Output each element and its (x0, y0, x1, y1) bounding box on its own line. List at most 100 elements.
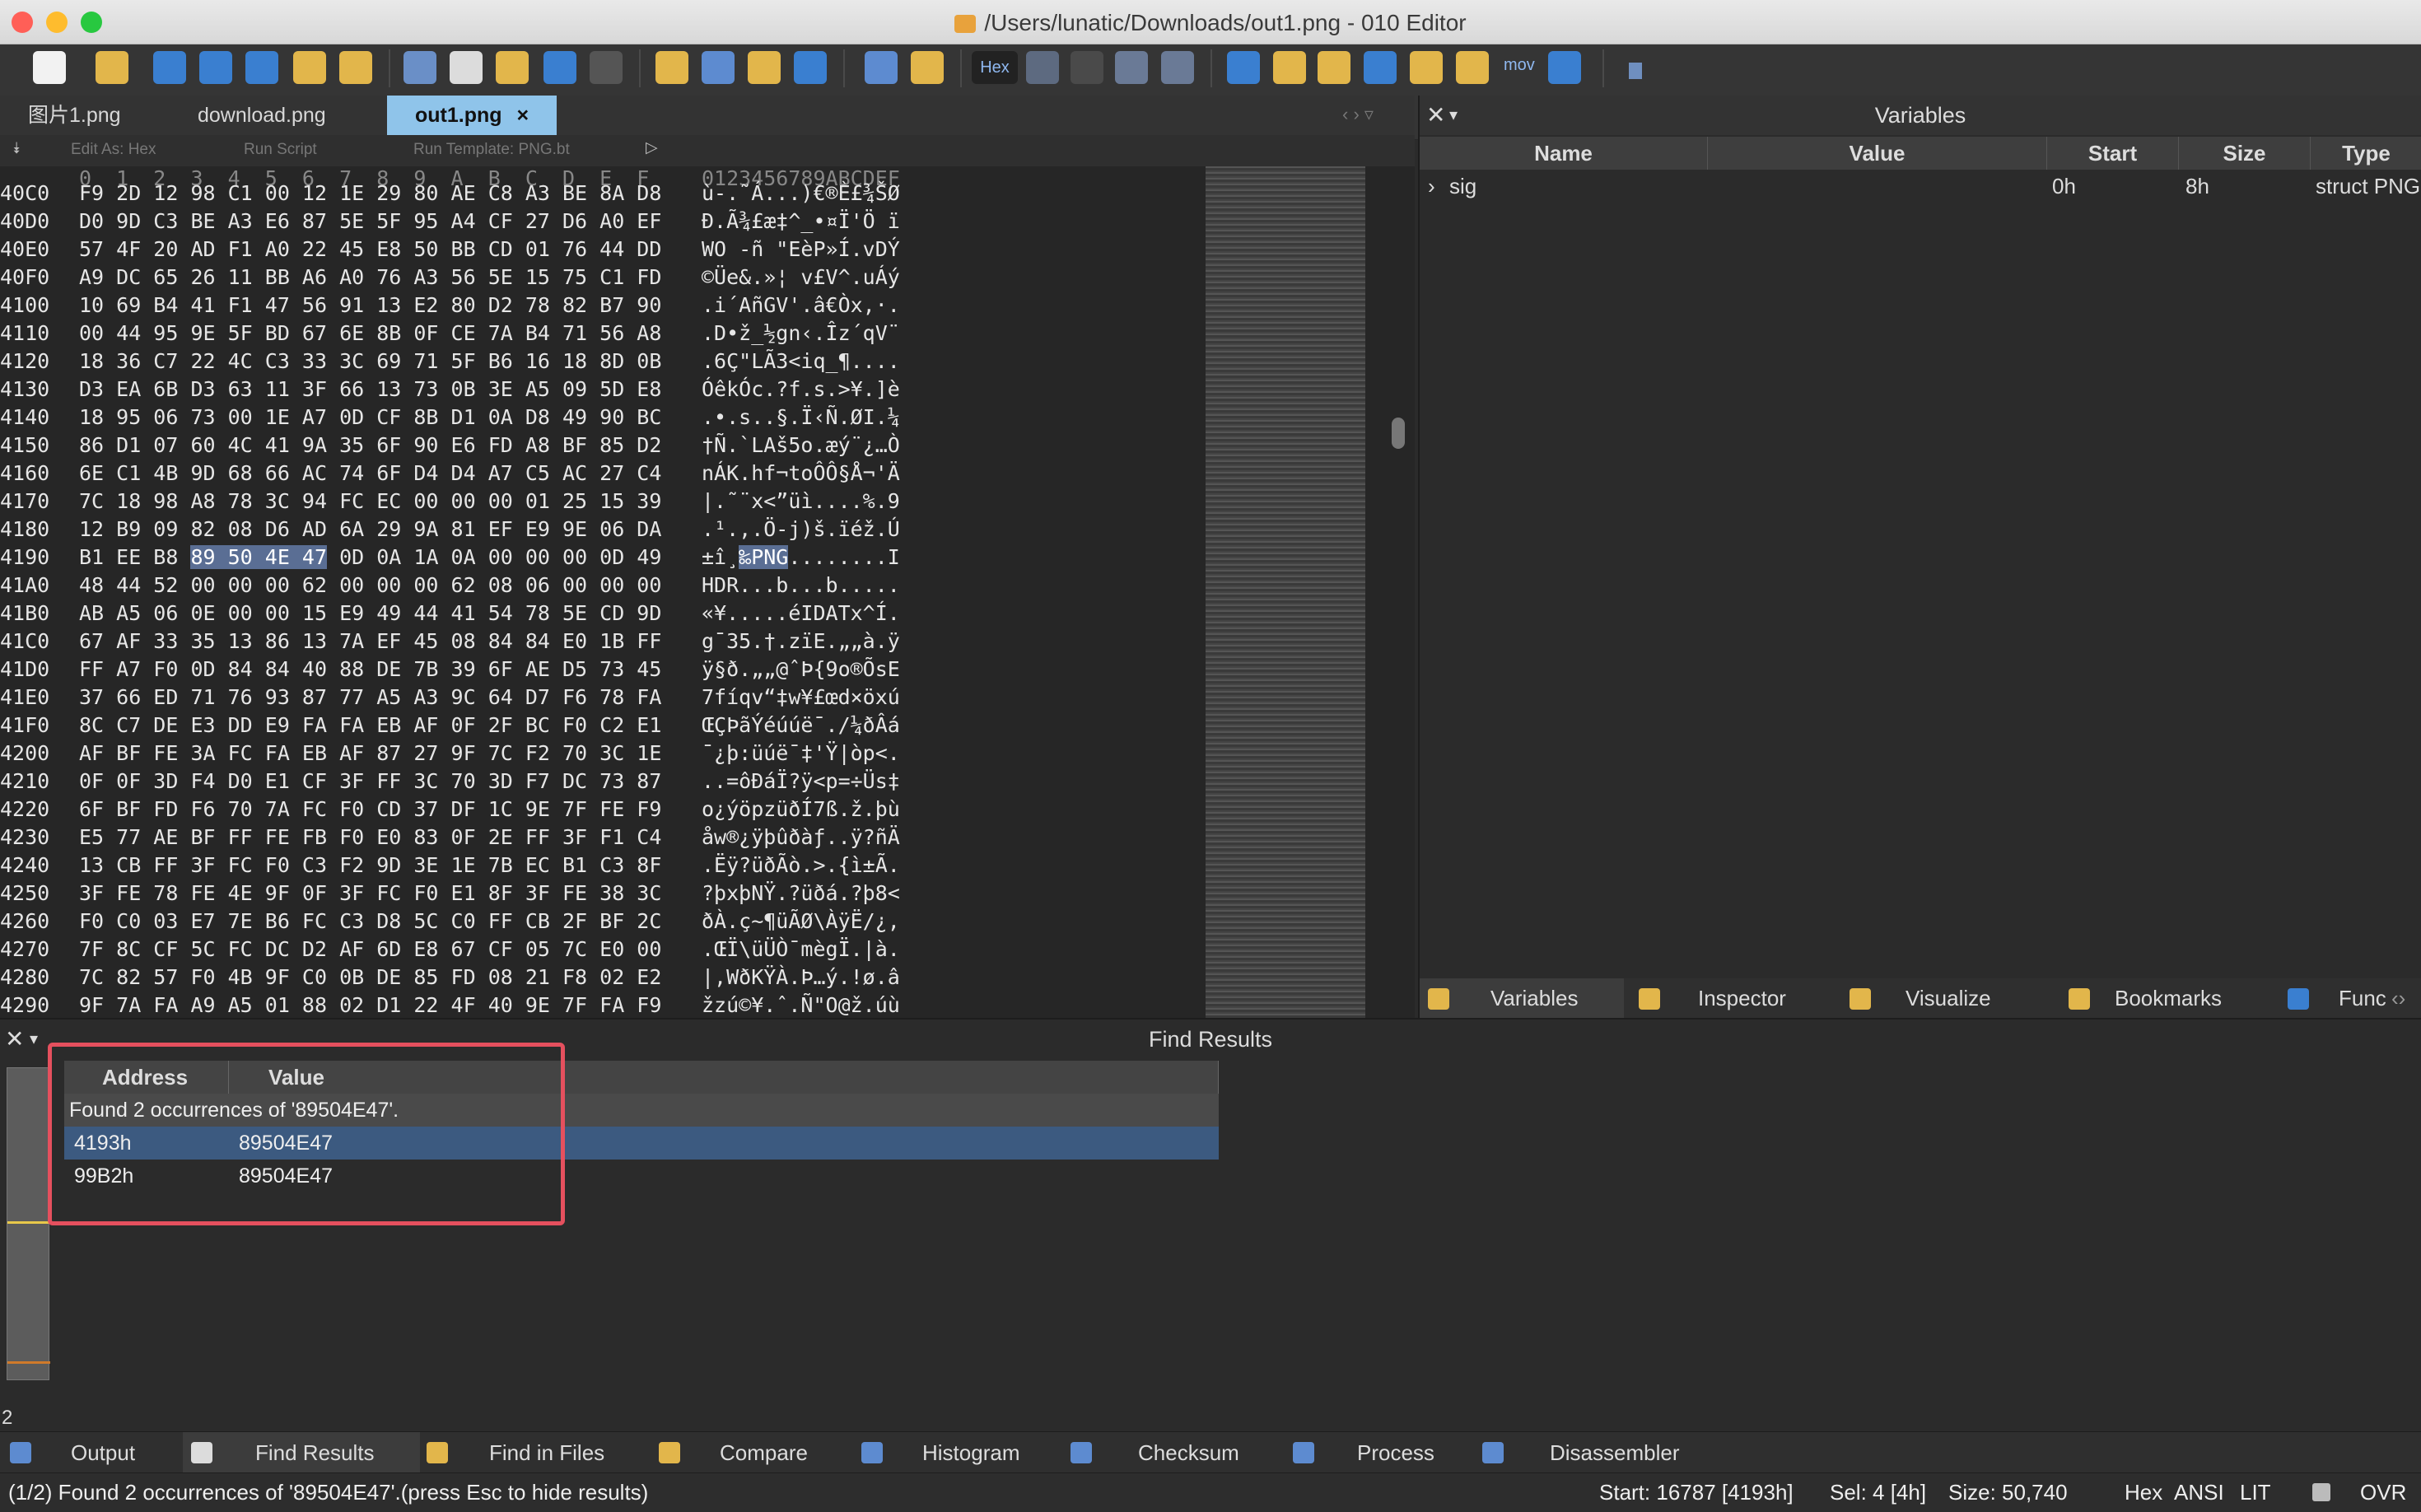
tab-inspector[interactable]: Inspector (1632, 978, 1830, 1018)
ascii-text[interactable]: žzú©¥.ˆ.Ñ"O@ž.úù (702, 993, 900, 1017)
hex-mode-button[interactable]: Hex (972, 51, 1018, 84)
tab-find-results[interactable]: Find Results (183, 1432, 420, 1473)
hex-bytes[interactable]: 48 44 52 00 00 00 62 00 00 00 62 08 06 0… (79, 573, 661, 597)
pause-icon[interactable] (1629, 63, 1642, 79)
find-panel-menu-icon[interactable]: ▾ (30, 1020, 38, 1059)
ascii-text[interactable]: «¥.....éIDATx^Í. (702, 601, 900, 625)
clipboard-icon[interactable] (2312, 1483, 2330, 1501)
ascii-text[interactable]: åw®¿ÿþûðàƒ..ÿ?ñÄ (702, 825, 900, 849)
tab-histogram[interactable]: Histogram (856, 1432, 1079, 1473)
hex-bytes[interactable]: 6E C1 4B 9D 68 66 AC 74 6F D4 D4 A7 C5 A… (79, 461, 661, 485)
hex-view[interactable]: 0 1 2 3 4 5 6 7 8 9 A B C D E F 01234567… (0, 166, 1415, 1018)
close-panel-icon[interactable]: ✕ (1426, 96, 1445, 135)
edit-as-icon[interactable] (1161, 51, 1194, 84)
find-results-overview-bar[interactable] (7, 1067, 50, 1380)
ascii-text[interactable]: g¯35.†.zïE.„„à.ÿ (702, 629, 900, 653)
ascii-text[interactable]: WO -ñ "EèP»Í.vDÝ (702, 237, 900, 261)
ascii-text[interactable]: ..=ôÐáÏ?ÿ<p=÷Üs‡ (702, 769, 900, 793)
hex-bytes-segment[interactable]: B1 EE B8 (79, 545, 190, 569)
close-find-panel-icon[interactable]: ✕ (5, 1020, 24, 1059)
hex-bytes[interactable]: D0 9D C3 BE A3 E6 87 5E 5F 95 A4 CF 27 D… (79, 209, 661, 233)
redo-icon[interactable] (590, 51, 623, 84)
ascii-text[interactable]: †Ñ.`LAš5o.æý¨¿…Ò (702, 433, 900, 457)
hex-bytes[interactable]: 0F 0F 3D F4 D0 E1 CF 3F FF 3C 70 3D F7 D… (79, 769, 661, 793)
save-all-icon[interactable] (245, 51, 278, 84)
hex-bytes[interactable]: 57 4F 20 AD F1 A0 22 45 E8 50 BB CD 01 7… (79, 237, 661, 261)
ascii-text[interactable]: |.˜¨x<”üì....%.9 (702, 489, 900, 513)
hex-bytes[interactable]: 86 D1 07 60 4C 41 9A 35 6F 90 E6 FD A8 B… (79, 433, 661, 457)
tab-functions[interactable]: Func (2268, 978, 2391, 1018)
columns-icon[interactable] (1115, 51, 1148, 84)
new-file-icon[interactable] (33, 51, 66, 84)
tab-visualize[interactable]: Visualize (1838, 978, 2044, 1018)
run-template-dropdown[interactable]: Run Template: PNG.bt (413, 141, 570, 159)
tab-compare[interactable]: Compare (654, 1432, 860, 1473)
hex-bytes[interactable]: 13 CB FF 3F FC F0 C3 F2 9D 3E 1E 7B EC B… (79, 853, 661, 877)
status-overwrite[interactable]: OVR (2360, 1473, 2406, 1511)
col-value[interactable]: Value (1708, 137, 2047, 170)
save-icon[interactable] (153, 51, 186, 84)
checksum-icon[interactable] (1410, 51, 1443, 84)
base-converter-icon[interactable] (1273, 51, 1306, 84)
tab-bookmarks[interactable]: Bookmarks (2044, 978, 2260, 1018)
workspace-icon[interactable] (339, 51, 372, 84)
ascii-text[interactable]: ðÀ.ç~¶üÃØ\ÀÿË/¿, (702, 909, 900, 933)
save-as-icon[interactable] (199, 51, 232, 84)
ascii-text[interactable]: .6Ç"LÃ3<iq_¶.... (702, 349, 900, 373)
ascii-text[interactable]: .¹.‚.Ö-j)š.ïéž.Ú (702, 517, 900, 541)
cut-icon[interactable] (404, 51, 436, 84)
ascii-text[interactable]: ŒÇÞãÝéúúë¯./¼ðÂá (702, 713, 900, 737)
hex-bytes[interactable]: 9F 7A FA A9 A5 01 88 02 D1 22 4F 40 9E 7… (79, 993, 661, 1017)
ascii-text[interactable]: ±î¸‰PNG........I (702, 545, 900, 569)
show-whitespace-icon[interactable] (1071, 51, 1103, 84)
hex-bytes[interactable]: 3F FE 78 FE 4E 9F 0F 3F FC F0 E1 8F 3F F… (79, 881, 661, 905)
ascii-text[interactable]: |‚WðKŸÀ.Þ…ý.!ø.â (702, 965, 900, 989)
tab-process[interactable]: Process (1293, 1432, 1482, 1473)
tab-scroll-arrows-icon[interactable]: ‹ › ▿ (1342, 104, 1374, 125)
hex-bytes[interactable]: 7F 8C CF 5C FC DC D2 AF 6D E8 67 CF 05 7… (79, 937, 661, 961)
calculator-icon[interactable] (1227, 51, 1260, 84)
tab-scroll-icon[interactable]: ‹› (2391, 978, 2421, 1018)
run-script-icon[interactable] (865, 51, 898, 84)
hex-bytes[interactable]: FF A7 F0 0D 84 84 40 88 DE 7B 39 6F AE D… (79, 657, 661, 681)
ascii-text[interactable]: ÿ§ð.„„@ˆÞ{9o®ÕsE (702, 657, 900, 681)
ascii-text[interactable]: 7fíqv“‡w¥£œd×öxú (702, 685, 900, 709)
tab-variables[interactable]: Variables (1420, 978, 1624, 1018)
selected-bytes[interactable]: 89 50 4E 47 (190, 545, 328, 569)
ascii-segment[interactable]: ........I (788, 545, 899, 569)
undo-icon[interactable] (543, 51, 576, 84)
ascii-text[interactable]: HDR...b...b..... (702, 573, 900, 597)
tab-find-in-files[interactable]: Find in Files (423, 1432, 654, 1473)
tab-disassembler[interactable]: Disassembler (1482, 1432, 1729, 1473)
ascii-text[interactable]: ?þxþNŸ.?üðá.?þ8< (702, 881, 900, 905)
hex-bytes[interactable]: F9 2D 12 98 C1 00 12 1E 29 80 AE C8 A3 B… (79, 181, 661, 205)
collapse-icon[interactable]: ⯯ (12, 140, 21, 158)
variable-row-sig[interactable]: › sig 0h 8h struct PNG (1420, 170, 2421, 203)
compare-icon[interactable] (1318, 51, 1350, 84)
replace-icon[interactable] (702, 51, 735, 84)
tab-file-1[interactable]: 图片1.png (0, 96, 149, 135)
selected-ascii[interactable]: ‰PNG (739, 545, 789, 569)
tab-download-png[interactable]: download.png (170, 96, 354, 135)
hex-bytes[interactable]: E5 77 AE BF FF FE FB F0 E0 83 0F 2E FF 3… (79, 825, 661, 849)
panel-menu-icon[interactable]: ▾ (1449, 96, 1458, 135)
hex-bytes[interactable]: 7C 18 98 A8 78 3C 94 FC EC 00 00 00 01 2… (79, 489, 661, 513)
tab-out1-png[interactable]: out1.png × (387, 96, 557, 135)
ascii-text[interactable]: .Ëÿ?üðÃò.>.{ì±Ã. (702, 853, 900, 877)
ascii-text[interactable]: .i´AñGV'.â€Òx‚·. (702, 293, 900, 317)
disassembler-button[interactable]: mov (1504, 56, 1535, 75)
ascii-text[interactable]: Ð.Ã¾£æ‡^_•¤Ï'Ö ï (702, 209, 900, 233)
hex-bytes-segment[interactable]: 0D 0A 1A 0A 00 00 00 0D 49 (327, 545, 661, 569)
close-tab-icon[interactable]: × (517, 104, 529, 127)
col-size[interactable]: Size (2179, 137, 2311, 170)
hex-bytes[interactable]: 8C C7 DE E3 DD E9 FA FA EB AF 0F 2F BC F… (79, 713, 661, 737)
hash-icon[interactable] (1456, 51, 1489, 84)
ascii-text[interactable]: ÓêkÓc.?f.s.>¥.]è (702, 377, 900, 401)
hex-bytes[interactable]: A9 DC 65 26 11 BB A6 A0 76 A3 56 5E 15 7… (79, 265, 661, 289)
run-script-dropdown[interactable]: Run Script (244, 141, 317, 159)
file-minimap[interactable] (1206, 166, 1365, 1018)
histogram-icon[interactable] (1364, 51, 1397, 84)
hex-bytes[interactable]: AB A5 06 0E 00 00 15 E9 49 44 41 54 78 5… (79, 601, 661, 625)
hex-bytes[interactable]: 18 95 06 73 00 1E A7 0D CF 8B D1 0A D8 4… (79, 405, 661, 429)
ascii-text[interactable]: .ŒÏ\üÜÒ¯mègÏ.|à. (702, 937, 900, 961)
